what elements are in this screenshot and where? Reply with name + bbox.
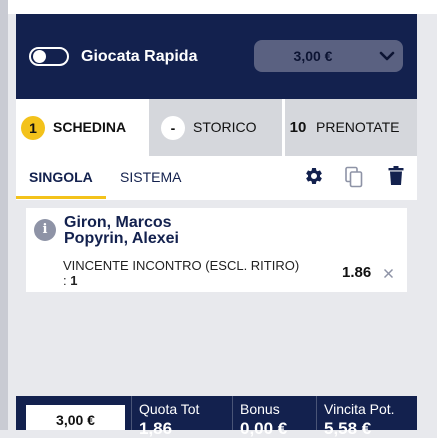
gear-icon[interactable] <box>304 166 324 186</box>
subtab-singola[interactable]: SINGOLA <box>29 169 93 185</box>
active-subtab-indicator <box>16 196 106 199</box>
potential-win-label: Vincita Pot. <box>324 401 395 417</box>
trash-icon[interactable] <box>388 166 404 186</box>
chevron-down-icon <box>379 51 395 61</box>
total-odds-value: 1,86 <box>139 419 173 438</box>
left-edge <box>0 0 8 430</box>
bonus-label: Bonus <box>240 401 280 417</box>
tab-label: STORICO <box>193 119 257 135</box>
slip-footer: 3,00 € Quota Tot 1,86 Bonus 0,00 € Vinci… <box>16 396 418 438</box>
tab-storico[interactable]: - STORICO <box>149 99 282 156</box>
team-home: Giron, Marcos <box>64 214 172 231</box>
team-away: Popyrin, Alexei <box>64 230 179 247</box>
tab-prenotate[interactable]: 10 PRENOTATE <box>282 99 417 156</box>
bet-type-bar: SINGOLA SISTEMA <box>16 156 417 200</box>
total-odds-cell: Quota Tot 1,86 <box>131 396 232 438</box>
amount-value: 3,00 € <box>293 48 333 64</box>
stake-input[interactable]: 3,00 € <box>26 405 125 430</box>
tab-count-badge: - <box>161 116 185 140</box>
bet-slip-panel: Giocata Rapida 3,00 € 1 SCHEDINA - STORI… <box>0 0 437 438</box>
quick-play-toggle[interactable] <box>29 47 69 66</box>
copy-icon[interactable] <box>344 166 364 188</box>
tab-schedina[interactable]: 1 SCHEDINA <box>16 99 149 156</box>
potential-win-value: 5,58 € <box>324 419 372 438</box>
tab-count-badge: 10 <box>289 119 307 136</box>
top-margin <box>8 0 437 14</box>
tab-count-badge: 1 <box>21 116 45 140</box>
pick-line: : 1 <box>63 273 77 288</box>
total-odds-label: Quota Tot <box>139 401 200 417</box>
pick-prefix: : <box>63 273 67 288</box>
tab-label: SCHEDINA <box>53 119 127 135</box>
toggle-knob <box>33 50 46 63</box>
amount-select[interactable]: 3,00 € <box>254 40 403 72</box>
slip-header: Giocata Rapida 3,00 € <box>16 14 417 99</box>
tab-label: PRENOTATE <box>316 119 400 135</box>
close-icon[interactable] <box>383 268 394 279</box>
pick-value: 1 <box>70 273 78 288</box>
selection-odds: 1.86 <box>342 264 372 281</box>
potential-win-cell: Vincita Pot. 5,58 € <box>316 396 418 438</box>
subtab-sistema[interactable]: SISTEMA <box>120 169 181 185</box>
info-icon[interactable]: i <box>34 219 56 241</box>
selection-card: i Giron, Marcos Popyrin, Alexei VINCENTE… <box>26 208 407 292</box>
market-name: VINCENTE INCONTRO (ESCL. RITIRO) <box>63 258 300 273</box>
bonus-cell: Bonus 0,00 € <box>232 396 317 438</box>
bonus-value: 0,00 € <box>240 419 288 438</box>
quick-play-label: Giocata Rapida <box>81 48 198 65</box>
